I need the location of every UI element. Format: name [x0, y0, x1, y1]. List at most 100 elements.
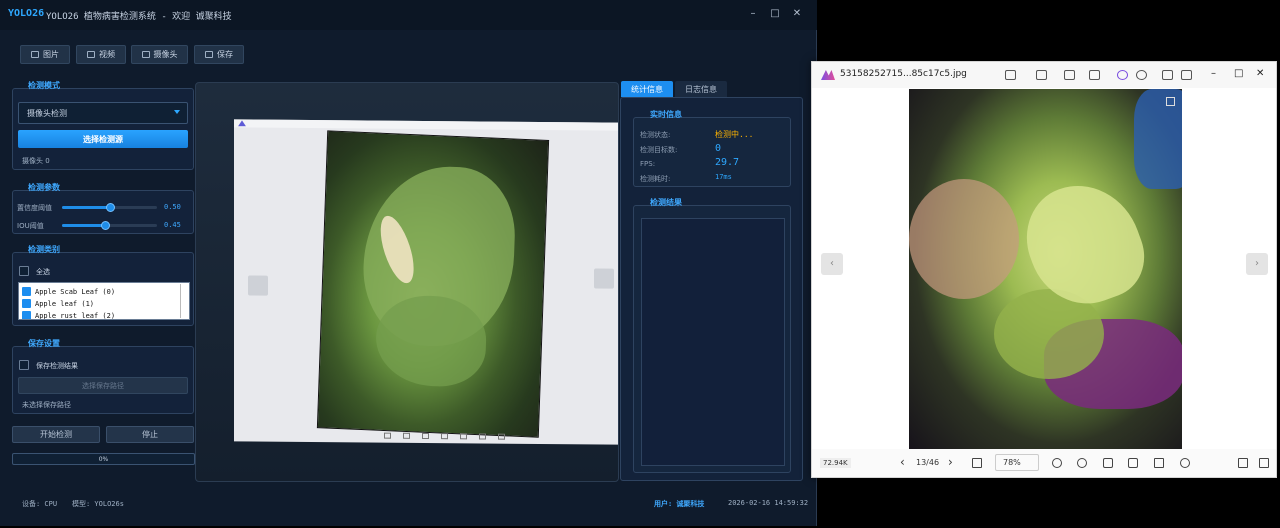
viewer-bottom-bar: 72.94K ‹ 13/46 › 78%	[812, 449, 1276, 477]
detection-app-window: YOLO26 YOLO26 植物病害检测系统 - 欢迎 诚聚科技 – □ ✕ 图…	[0, 0, 817, 526]
next-image-button[interactable]: ›	[1246, 253, 1268, 275]
camera-button[interactable]: 摄像头	[131, 45, 188, 64]
next-page-button[interactable]: ›	[948, 455, 953, 469]
realtime-title: 实时信息	[650, 110, 682, 119]
iou-value: 0.45	[164, 221, 181, 229]
status-label: 检测状态:	[640, 131, 671, 139]
viewer-close-button[interactable]: ✕	[1256, 68, 1264, 79]
monitor-viewer-bar	[234, 119, 618, 131]
select-all-checkbox[interactable]	[19, 266, 29, 276]
hand-shape	[909, 179, 1019, 299]
monitor-toolbar	[384, 432, 505, 444]
clock: 2026-02-16 14:59:32	[728, 499, 809, 507]
conf-slider-thumb[interactable]	[105, 203, 115, 212]
open-file-icon[interactable]	[1005, 70, 1016, 80]
choose-save-path-button[interactable]: 选择保存路径	[18, 377, 188, 394]
viewer-maximize-button[interactable]: □	[1234, 68, 1243, 79]
rotate-icon[interactable]	[1036, 70, 1047, 80]
prev-page-button[interactable]: ‹	[900, 455, 905, 469]
toolbar-icon	[498, 433, 505, 440]
target-count-label: 检测目标数:	[640, 146, 678, 154]
status-value: 检测中...	[715, 130, 754, 139]
camera-frame	[234, 119, 618, 445]
viewer-title-bar: 53158252715...85c17c5.jpg – □ ✕	[812, 62, 1276, 88]
expand-icon[interactable]	[1259, 458, 1269, 468]
iou-slider[interactable]	[62, 221, 157, 230]
rotate-right-icon[interactable]	[1128, 458, 1138, 468]
tab-logs[interactable]: 日志信息	[675, 81, 727, 97]
results-list[interactable]	[641, 218, 785, 466]
share-icon[interactable]	[1089, 70, 1100, 80]
iou-slider-thumb[interactable]	[100, 221, 110, 230]
save-title: 保存设置	[28, 339, 60, 348]
video-preview	[195, 82, 619, 482]
stop-button[interactable]: 停止	[106, 426, 194, 443]
maximize-button[interactable]: □	[768, 7, 782, 21]
user-status: 用户: 诚聚科技	[654, 500, 705, 508]
iou-label: IOU阈值	[17, 222, 44, 230]
conf-slider[interactable]	[62, 203, 157, 212]
delete-icon[interactable]	[1154, 458, 1164, 468]
pin-icon[interactable]	[1181, 70, 1192, 80]
close-button[interactable]: ✕	[790, 7, 804, 21]
info-icon[interactable]	[1180, 458, 1190, 468]
tab-statistics[interactable]: 统计信息	[621, 81, 673, 97]
zoom-out-icon[interactable]	[1077, 458, 1087, 468]
prev-image-button[interactable]: ‹	[821, 253, 843, 275]
save-results-checkbox[interactable]	[19, 360, 29, 370]
list-item[interactable]: Apple Scab Leaf (0)	[22, 286, 115, 297]
select-all-label: 全选	[36, 268, 50, 276]
video-button[interactable]: 视频	[76, 45, 126, 64]
viewer-minimize-button[interactable]: –	[1211, 68, 1216, 79]
file-size: 72.94K	[820, 458, 851, 468]
arrow-left-icon	[248, 275, 268, 296]
save-button[interactable]: 保存	[194, 45, 244, 64]
camera-icon	[141, 51, 150, 58]
conf-label: 置信度阈值	[17, 204, 52, 212]
checkbox-checked-icon	[22, 311, 31, 319]
list-item[interactable]: Apple rust leaf (2)	[22, 310, 115, 319]
title-bar: YOLO26 YOLO26 植物病害检测系统 - 欢迎 诚聚科技 – □ ✕	[0, 0, 817, 30]
actual-size-icon[interactable]	[972, 458, 982, 468]
results-title: 检测结果	[650, 198, 682, 207]
mode-select[interactable]: 摄像头检测	[18, 102, 188, 124]
desktop: YOLO26 YOLO26 植物病害检测系统 - 欢迎 诚聚科技 – □ ✕ 图…	[0, 0, 1280, 528]
start-detection-button[interactable]: 开始检测	[12, 426, 100, 443]
camera-label: 摄像头 0	[22, 157, 50, 165]
leaf-photo	[316, 130, 550, 438]
viewer-filename: 53158252715...85c17c5.jpg	[840, 69, 967, 79]
target-count-value: 0	[715, 143, 722, 154]
class-list[interactable]: Apple Scab Leaf (0) Apple leaf (1) Apple…	[18, 282, 190, 320]
viewer-photo	[909, 89, 1182, 451]
select-source-button[interactable]: 选择检测源	[18, 130, 188, 148]
app-logo: YOLO26	[8, 8, 45, 19]
zoom-select[interactable]: 78%	[995, 454, 1039, 471]
print-icon[interactable]	[1064, 70, 1075, 80]
iou-slider-fill	[62, 224, 105, 227]
list-item[interactable]: Apple leaf (1)	[22, 298, 94, 309]
latency-label: 检测耗时:	[640, 175, 671, 183]
toolbar-icon	[384, 432, 391, 439]
toolbar-icon	[403, 432, 410, 439]
avatar[interactable]	[1117, 70, 1128, 80]
checkbox-checked-icon	[22, 299, 31, 308]
grid-view-icon[interactable]	[1238, 458, 1248, 468]
save-icon	[205, 51, 213, 58]
shield-icon[interactable]	[1136, 70, 1147, 80]
toolbar-icon	[422, 432, 429, 440]
fps-value: 29.7	[715, 157, 740, 168]
rotate-left-icon[interactable]	[1103, 458, 1113, 468]
classes-title: 检测类别	[28, 245, 60, 254]
list-scrollbar[interactable]	[180, 284, 187, 318]
chevron-down-icon	[174, 110, 180, 114]
menu-icon[interactable]	[1162, 70, 1173, 80]
zoom-in-icon[interactable]	[1052, 458, 1062, 468]
progress-bar: 0%	[12, 453, 195, 465]
latency-value: 17ms	[715, 173, 732, 181]
fullscreen-icon[interactable]	[1166, 97, 1175, 106]
minimize-button[interactable]: –	[746, 7, 760, 21]
mode-title: 检测模式	[28, 81, 60, 90]
image-button[interactable]: 图片	[20, 45, 70, 64]
page-counter: 13/46	[916, 458, 940, 467]
app-title: YOLO26 植物病害检测系统 - 欢迎 诚聚科技	[46, 12, 232, 22]
